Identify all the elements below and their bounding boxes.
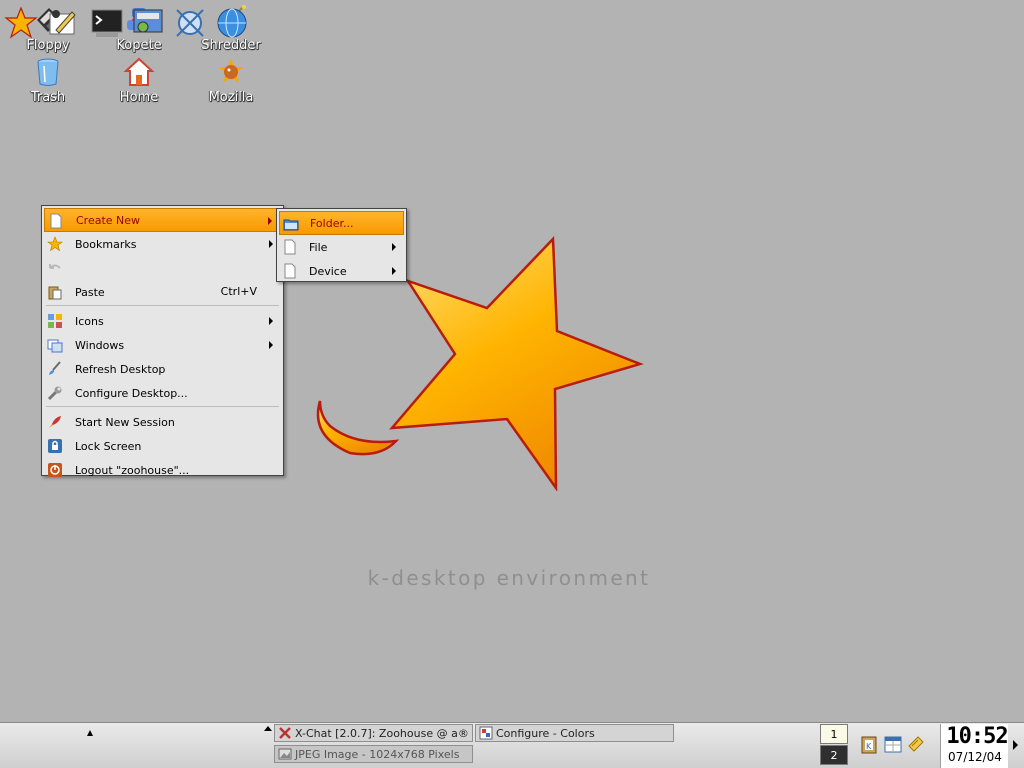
menu-item-label: Folder... <box>310 216 354 230</box>
kde-menu-star-icon[interactable] <box>4 6 38 40</box>
mozilla-icon <box>218 58 244 83</box>
menu-item-configure-desktop[interactable]: Configure Desktop... <box>44 381 281 405</box>
trash-icon <box>37 58 59 86</box>
menu-item-start-new-session[interactable]: Start New Session <box>44 410 281 434</box>
submenu-arrow-icon <box>392 243 396 251</box>
refresh-brush-icon <box>49 361 61 375</box>
clock-time: 10:52 <box>946 724 1008 749</box>
menu-item-label: Paste <box>75 285 105 299</box>
task-configure-colors[interactable]: Configure - Colors <box>475 724 674 742</box>
create-new-submenu: Folder... File Device <box>276 208 407 282</box>
submenu-arrow-icon <box>269 240 273 248</box>
clock-date: 07/12/04 <box>948 750 1002 764</box>
home-icon <box>123 57 155 86</box>
clock[interactable]: 10:52 07/12/04 <box>940 724 1009 768</box>
lock-icon <box>48 439 62 453</box>
paste-icon <box>48 286 62 300</box>
submenu-arrow-icon <box>268 217 272 225</box>
logout-icon <box>48 463 62 477</box>
submenu-arrow-icon <box>269 317 273 325</box>
menu-item-paste[interactable]: Paste Ctrl+V <box>44 280 281 304</box>
device-icon <box>284 263 296 279</box>
menu-item-label: Configure Desktop... <box>75 386 188 400</box>
menu-item-undo <box>44 256 281 280</box>
menu-item-label: Bookmarks <box>75 237 137 251</box>
menu-item-label: Lock Screen <box>75 439 142 453</box>
menu-item-label: Refresh Desktop <box>75 362 166 376</box>
notes-icon[interactable] <box>906 734 926 754</box>
desktop-icon-label: Shredder <box>201 38 261 53</box>
menu-item-lock-screen[interactable]: Lock Screen <box>44 434 281 458</box>
desktop-icon-label: Kopete <box>116 38 162 53</box>
menu-item-create-new[interactable]: Create New <box>44 208 281 232</box>
xchat-icon <box>279 727 291 739</box>
menu-item-label: Create New <box>76 213 141 227</box>
svg-text:K: K <box>866 742 872 751</box>
rocket-icon <box>49 416 61 428</box>
file-icon <box>284 239 296 255</box>
menu-item-icons[interactable]: Icons <box>44 309 281 333</box>
windows-icon <box>47 339 63 353</box>
kde-tagline: k-desktop environment <box>367 566 651 590</box>
colors-icon <box>479 726 493 740</box>
icons-icon <box>48 314 62 328</box>
menu-item-label: File <box>309 240 328 254</box>
klipper-icon[interactable]: K <box>859 734 879 754</box>
desktop-icon-mozilla[interactable]: Mozilla <box>191 56 271 110</box>
task-jpeg-image[interactable]: JPEG Image - 1024x768 Pixels <box>274 745 473 763</box>
kwrite-editor-icon[interactable] <box>46 6 80 40</box>
menu-item-bookmarks[interactable]: Bookmarks <box>44 232 281 256</box>
undo-icon <box>49 264 61 269</box>
desktop-icon-label: Mozilla <box>208 90 254 105</box>
kcontrol-icon[interactable] <box>131 6 165 40</box>
desktop-icon-label: Home <box>119 90 159 105</box>
star-icon <box>47 236 63 252</box>
korganizer-icon[interactable] <box>883 734 903 754</box>
submenu-item-device[interactable]: Device <box>279 259 404 283</box>
taskbar-scroll-up-icon[interactable] <box>264 726 272 731</box>
task-label: JPEG Image - 1024x768 Pixels <box>295 747 460 761</box>
desktop-icon-label: Trash <box>30 90 66 105</box>
folder-icon <box>283 219 299 231</box>
task-label: X-Chat [2.0.7]: Zoohouse @ a® <box>295 726 469 740</box>
pager-desktop-2[interactable]: 2 <box>820 745 848 765</box>
document-icon <box>50 213 62 229</box>
desktop-icon-trash[interactable]: Trash <box>8 56 88 110</box>
menu-item-label: Start New Session <box>75 415 175 429</box>
image-icon <box>278 748 292 760</box>
task-label: Configure - Colors <box>496 726 595 740</box>
wrench-icon <box>47 386 62 401</box>
menu-shortcut: Ctrl+V <box>220 285 257 298</box>
submenu-item-file[interactable]: File <box>279 235 404 259</box>
mozilla-globe-icon[interactable] <box>215 6 249 40</box>
submenu-arrow-icon <box>269 341 273 349</box>
desktop-icon-label: Floppy <box>26 38 70 53</box>
panel-hide-arrow-icon[interactable] <box>1013 740 1018 750</box>
menu-item-label: Windows <box>75 338 125 352</box>
pager-desktop-1[interactable]: 1 <box>820 724 848 744</box>
kmail-network-icon[interactable] <box>173 6 207 40</box>
task-xchat[interactable]: X-Chat [2.0.7]: Zoohouse @ a® <box>274 724 473 742</box>
desktop-context-menu: Create New Bookmarks Paste Ctrl+V Icons … <box>41 205 284 477</box>
menu-item-windows[interactable]: Windows <box>44 333 281 357</box>
quick-launch-handle <box>87 726 93 736</box>
submenu-arrow-icon <box>392 267 396 275</box>
submenu-item-folder[interactable]: Folder... <box>279 211 404 235</box>
menu-item-label: Icons <box>75 314 104 328</box>
menu-item-label: Device <box>309 264 347 278</box>
menu-item-logout[interactable]: Logout "zoohouse"... <box>44 458 281 482</box>
menu-item-refresh-desktop[interactable]: Refresh Desktop <box>44 357 281 381</box>
konsole-terminal-icon[interactable] <box>90 6 124 40</box>
menu-item-label: Logout "zoohouse"... <box>75 463 190 477</box>
desktop-icon-home[interactable]: Home <box>99 56 179 110</box>
